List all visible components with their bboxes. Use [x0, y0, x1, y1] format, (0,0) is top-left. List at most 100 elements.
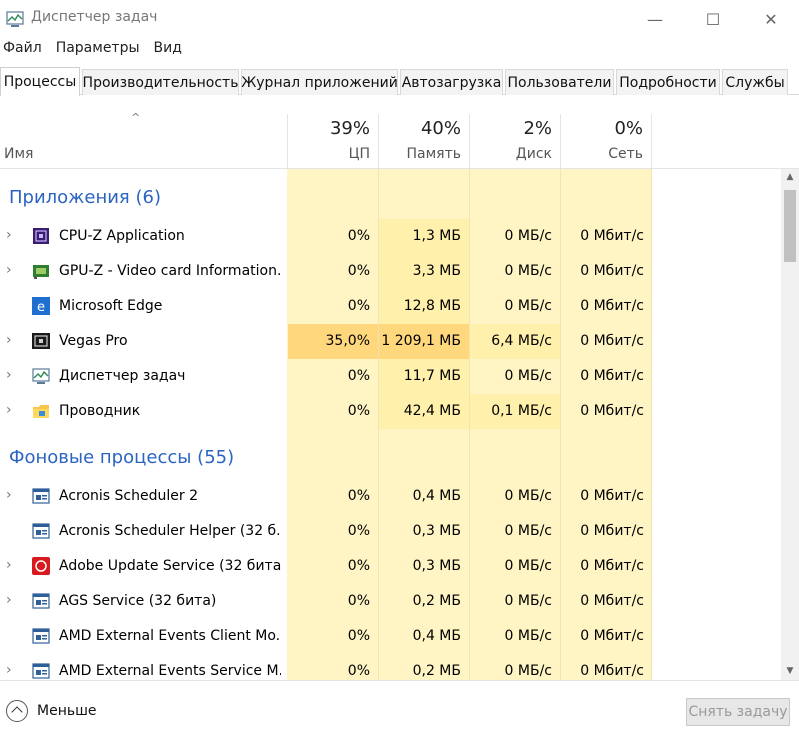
cell-disk: 0 МБ/с [504, 298, 552, 314]
cell-cpu: 0% [347, 263, 370, 279]
column-disk-header[interactable]: 2% Диск [469, 114, 560, 169]
cell-net: 0 Мбит/с [580, 663, 644, 679]
tab-users[interactable]: Пользователи [505, 69, 614, 95]
cell-mem: 0,3 МБ [412, 558, 461, 574]
process-name: Adobe Update Service (32 бита) [59, 558, 281, 574]
process-row[interactable]: › AMD External Events Service M... 0% 0,2 М… [0, 654, 781, 680]
cell-disk: 0 МБ/с [504, 628, 552, 644]
column-name-header[interactable]: Имя [4, 146, 33, 162]
close-button[interactable]: ✕ [742, 0, 799, 38]
cell-net: 0 Мбит/с [580, 333, 644, 349]
tab-services[interactable]: Службы [722, 69, 788, 95]
menu-options[interactable]: Параметры [53, 40, 142, 62]
tab-bar: Процессы Производительность Журнал прило… [0, 67, 799, 96]
process-row[interactable]: › GPU-Z - Video card Information... 0% 3,3 … [0, 254, 781, 289]
expand-chevron-icon[interactable]: › [6, 487, 12, 503]
maximize-icon: ☐ [705, 9, 721, 29]
cell-mem: 0,2 МБ [412, 663, 461, 679]
maximize-button[interactable]: ☐ [684, 0, 742, 38]
cell-cpu: 0% [347, 523, 370, 539]
cell-mem: 11,7 МБ [379, 359, 469, 394]
process-row[interactable]: › Acronis Scheduler 2 0% 0,4 МБ 0 МБ/с 0 Мбит… [0, 479, 781, 514]
cell-cpu: 0% [347, 228, 370, 244]
cell-cpu: 0% [347, 558, 370, 574]
column-network-header[interactable]: 0% Сеть [560, 114, 652, 169]
gpuz-icon [33, 265, 49, 279]
expand-chevron-icon[interactable]: › [6, 402, 12, 418]
expand-chevron-icon[interactable]: › [6, 262, 12, 278]
scrollbar-thumb[interactable] [784, 190, 796, 262]
cell-net: 0 Мбит/с [580, 403, 644, 419]
cell-disk: 6,4 МБ/с [470, 324, 560, 359]
expand-chevron-icon[interactable]: › [6, 227, 12, 243]
cell-cpu: 0% [347, 663, 370, 679]
disk-label: Диск [515, 146, 552, 162]
process-row[interactable]: e Microsoft Edge 0% 12,8 МБ 0 МБ/с 0 Мбит/с [0, 289, 781, 324]
svg-text:e: e [37, 300, 45, 315]
process-row[interactable]: › Adobe Update Service (32 бита) 0% 0,3 МБ 0… [0, 549, 781, 584]
menu-file[interactable]: Файл [0, 40, 44, 62]
window-title: Диспетчер задач [31, 9, 158, 25]
process-name: CPU-Z Application [59, 228, 185, 244]
cell-cpu: 0% [347, 628, 370, 644]
column-memory-header[interactable]: 40% Память [378, 114, 469, 169]
group-title[interactable]: Приложения (6) [9, 187, 161, 208]
process-row[interactable]: › AGS Service (32 бита) 0% 0,2 МБ 0 МБ/с 0 Мб… [0, 584, 781, 619]
network-label: Сеть [608, 146, 643, 162]
service-window-icon [32, 593, 50, 609]
tab-details[interactable]: Подробности [616, 69, 720, 95]
cell-mem: 0,3 МБ [412, 523, 461, 539]
explorer-icon [33, 405, 49, 418]
cpu-total: 39% [329, 118, 370, 139]
collapse-up-icon[interactable] [6, 700, 28, 722]
tab-performance[interactable]: Производительность [82, 69, 239, 95]
cell-net: 0 Мбит/с [580, 628, 644, 644]
cell-cpu: 0% [347, 368, 370, 384]
column-cpu-header[interactable]: 39% ЦП [287, 114, 378, 169]
expand-chevron-icon[interactable]: › [6, 367, 12, 383]
process-name: Acronis Scheduler Helper (32 б... [59, 523, 281, 539]
process-list: Приложения (6) › CPU-Z Application 0% 1,3 МБ… [0, 169, 781, 680]
disk-total: 2% [523, 118, 552, 139]
process-row[interactable]: › Проводник 0% 42,4 МБ 0,1 МБ/с 0 Мбит/с [0, 394, 781, 429]
process-row[interactable]: › Vegas Pro 35,0% 1 209,1 МБ 6,4 МБ/с 0 Мбит/… [0, 324, 781, 359]
process-row[interactable]: › CPU-Z Application 0% 1,3 МБ 0 МБ/с 0 Мбит/с [0, 219, 781, 254]
fewer-details-link[interactable]: Меньше [37, 703, 97, 719]
cell-disk: 0 МБ/с [504, 488, 552, 504]
end-task-button[interactable]: Снять задачу [686, 698, 790, 726]
tab-app-history[interactable]: Журнал приложений [241, 69, 398, 95]
cell-disk: 0 МБ/с [504, 663, 552, 679]
tab-startup[interactable]: Автозагрузка [400, 69, 503, 95]
expand-chevron-icon[interactable]: › [6, 592, 12, 608]
scroll-up-icon[interactable]: ▲ [781, 169, 799, 186]
cell-mem: 0,4 МБ [412, 628, 461, 644]
group-title[interactable]: Фоновые процессы (55) [9, 447, 234, 468]
memory-total: 40% [420, 118, 461, 139]
cell-disk: 0 МБ/с [504, 558, 552, 574]
process-row[interactable]: › Диспетчер задач 0% 11,7 МБ 0 МБ/с 0 Мбит/с [0, 359, 781, 394]
close-icon: ✕ [764, 9, 778, 29]
process-row[interactable]: AMD External Events Client Mo... 0% 0,4 МБ… [0, 619, 781, 654]
process-row[interactable]: Acronis Scheduler Helper (32 б... 0% 0,3 М… [0, 514, 781, 549]
cell-mem: 12,8 МБ [379, 289, 469, 324]
expand-chevron-icon[interactable]: › [6, 332, 12, 348]
menu-bar: Файл Параметры Вид [0, 40, 193, 62]
cell-mem: 3,3 МБ [379, 254, 469, 289]
scroll-down-icon[interactable]: ▼ [781, 663, 799, 680]
process-name: Microsoft Edge [59, 298, 163, 314]
expand-chevron-icon[interactable]: › [6, 662, 12, 678]
tab-processes[interactable]: Процессы [0, 67, 80, 96]
cell-cpu: 0% [347, 593, 370, 609]
menu-view[interactable]: Вид [151, 40, 184, 62]
minimize-button[interactable]: — [626, 0, 684, 38]
service-window-icon [32, 488, 50, 504]
cell-mem: 1,3 МБ [379, 219, 469, 254]
cell-net: 0 Мбит/с [580, 523, 644, 539]
cell-mem: 1 209,1 МБ [379, 324, 469, 359]
title-bar: Диспетчер задач — ☐ ✕ [0, 0, 799, 38]
vertical-scrollbar[interactable]: ▲ ▼ [781, 169, 799, 680]
service-window-icon [32, 628, 50, 644]
cell-net: 0 Мбит/с [580, 228, 644, 244]
expand-chevron-icon[interactable]: › [6, 557, 12, 573]
cell-net: 0 Мбит/с [580, 558, 644, 574]
